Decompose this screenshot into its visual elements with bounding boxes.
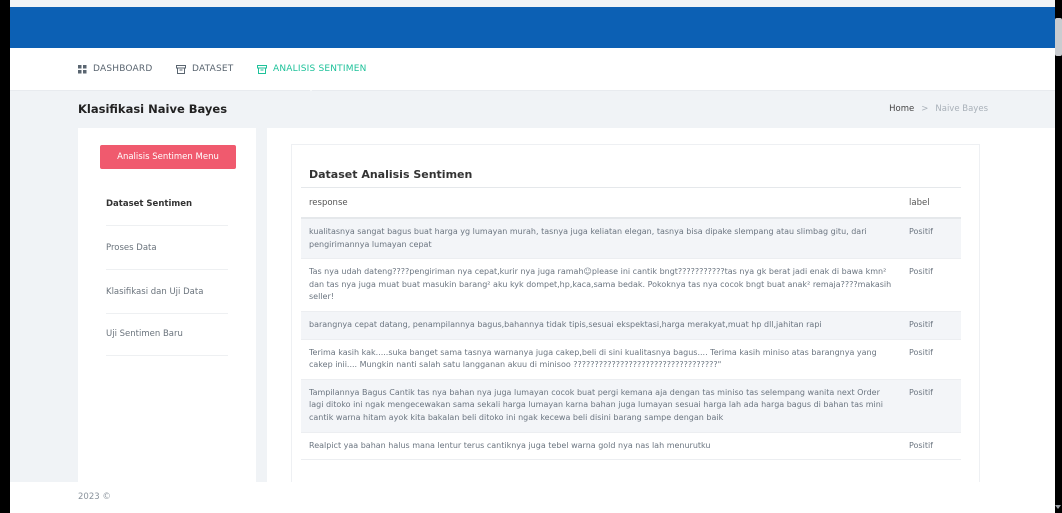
table-header-row: response label (301, 187, 961, 219)
sidebar-item-klasifikasi-uji-data[interactable]: Klasifikasi dan Uji Data (106, 270, 228, 314)
scroll-down-arrow-icon[interactable] (1055, 505, 1061, 509)
breadcrumb-separator: > (921, 104, 929, 114)
table-row: Tampilannya Bagus Cantik tas nya bahan n… (301, 379, 961, 433)
nav-dashboard[interactable]: DASHBOARD (78, 64, 153, 74)
card-title: Dataset Analisis Sentimen (309, 168, 473, 181)
analisis-sentimen-menu-button[interactable]: Analisis Sentimen Menu (100, 145, 236, 169)
table-row: Realpict yaa bahan halus mana lentur ter… (301, 432, 961, 461)
active-nav-pointer (304, 85, 318, 91)
label-cell: Positif (901, 258, 961, 312)
nav-dashboard-label: DASHBOARD (93, 64, 153, 74)
sidebar-item-uji-sentimen-baru[interactable]: Uji Sentimen Baru (106, 312, 228, 356)
breadcrumb-home[interactable]: Home (889, 104, 914, 114)
archive-icon (257, 64, 267, 74)
label-cell: Positif (901, 218, 961, 260)
label-cell: Positif (901, 339, 961, 380)
main-content: Dataset Analisis Sentimen response label… (267, 128, 1055, 489)
response-cell: Realpict yaa bahan halus mana lentur ter… (301, 432, 901, 461)
nav-dataset[interactable]: DATASET (176, 64, 233, 74)
page-title: Klasifikasi Naive Bayes (78, 102, 228, 116)
table-row: barangnya cepat datang, penampilannya ba… (301, 311, 961, 340)
sidebar-item-dataset-sentimen[interactable]: Dataset Sentimen (106, 182, 228, 226)
nav-analisis-sentimen-label: ANALISIS SENTIMEN (273, 64, 367, 74)
top-header-bar (10, 7, 1055, 48)
column-header-label[interactable]: label (901, 187, 961, 219)
app-window: DASHBOARD DATASET ANALISIS SENTIMEN Klas… (10, 0, 1055, 513)
footer-copyright: 2023 © (78, 492, 111, 502)
main-navigation: DASHBOARD DATASET ANALISIS SENTIMEN (10, 48, 1055, 91)
response-cell: Terima kasih kak.....suka banget sama ta… (301, 339, 901, 380)
response-cell: kualitasnya sangat bagus buat harga yg l… (301, 218, 901, 260)
dataset-card: Dataset Analisis Sentimen response label… (291, 144, 980, 489)
table-row: kualitasnya sangat bagus buat harga yg l… (301, 218, 961, 260)
scrollbar-thumb[interactable] (1055, 18, 1062, 56)
footer: 2023 © (10, 482, 1055, 513)
sidebar-item-proses-data[interactable]: Proses Data (106, 226, 228, 270)
response-cell: Tampilannya Bagus Cantik tas nya bahan n… (301, 379, 901, 433)
nav-dataset-label: DATASET (192, 64, 234, 74)
response-cell: Tas nya udah dateng????pengiriman nya ce… (301, 258, 901, 312)
table-row: Tas nya udah dateng????pengiriman nya ce… (301, 258, 961, 312)
response-cell: barangnya cepat datang, penampilannya ba… (301, 311, 901, 340)
table-row: Terima kasih kak.....suka banget sama ta… (301, 339, 961, 380)
archive-icon (176, 64, 186, 74)
label-cell: Positif (901, 311, 961, 340)
column-header-response[interactable]: response (301, 187, 901, 219)
label-cell: Positif (901, 432, 961, 461)
grid-icon (78, 64, 87, 73)
label-cell: Positif (901, 379, 961, 433)
sidebar: Analisis Sentimen Menu Dataset Sentimen … (78, 128, 256, 488)
dataset-table: response label kualitasnya sangat bagus … (301, 187, 961, 461)
breadcrumb: Home > Naive Bayes (889, 104, 988, 114)
breadcrumb-current: Naive Bayes (935, 104, 988, 114)
nav-analisis-sentimen[interactable]: ANALISIS SENTIMEN (257, 64, 367, 74)
